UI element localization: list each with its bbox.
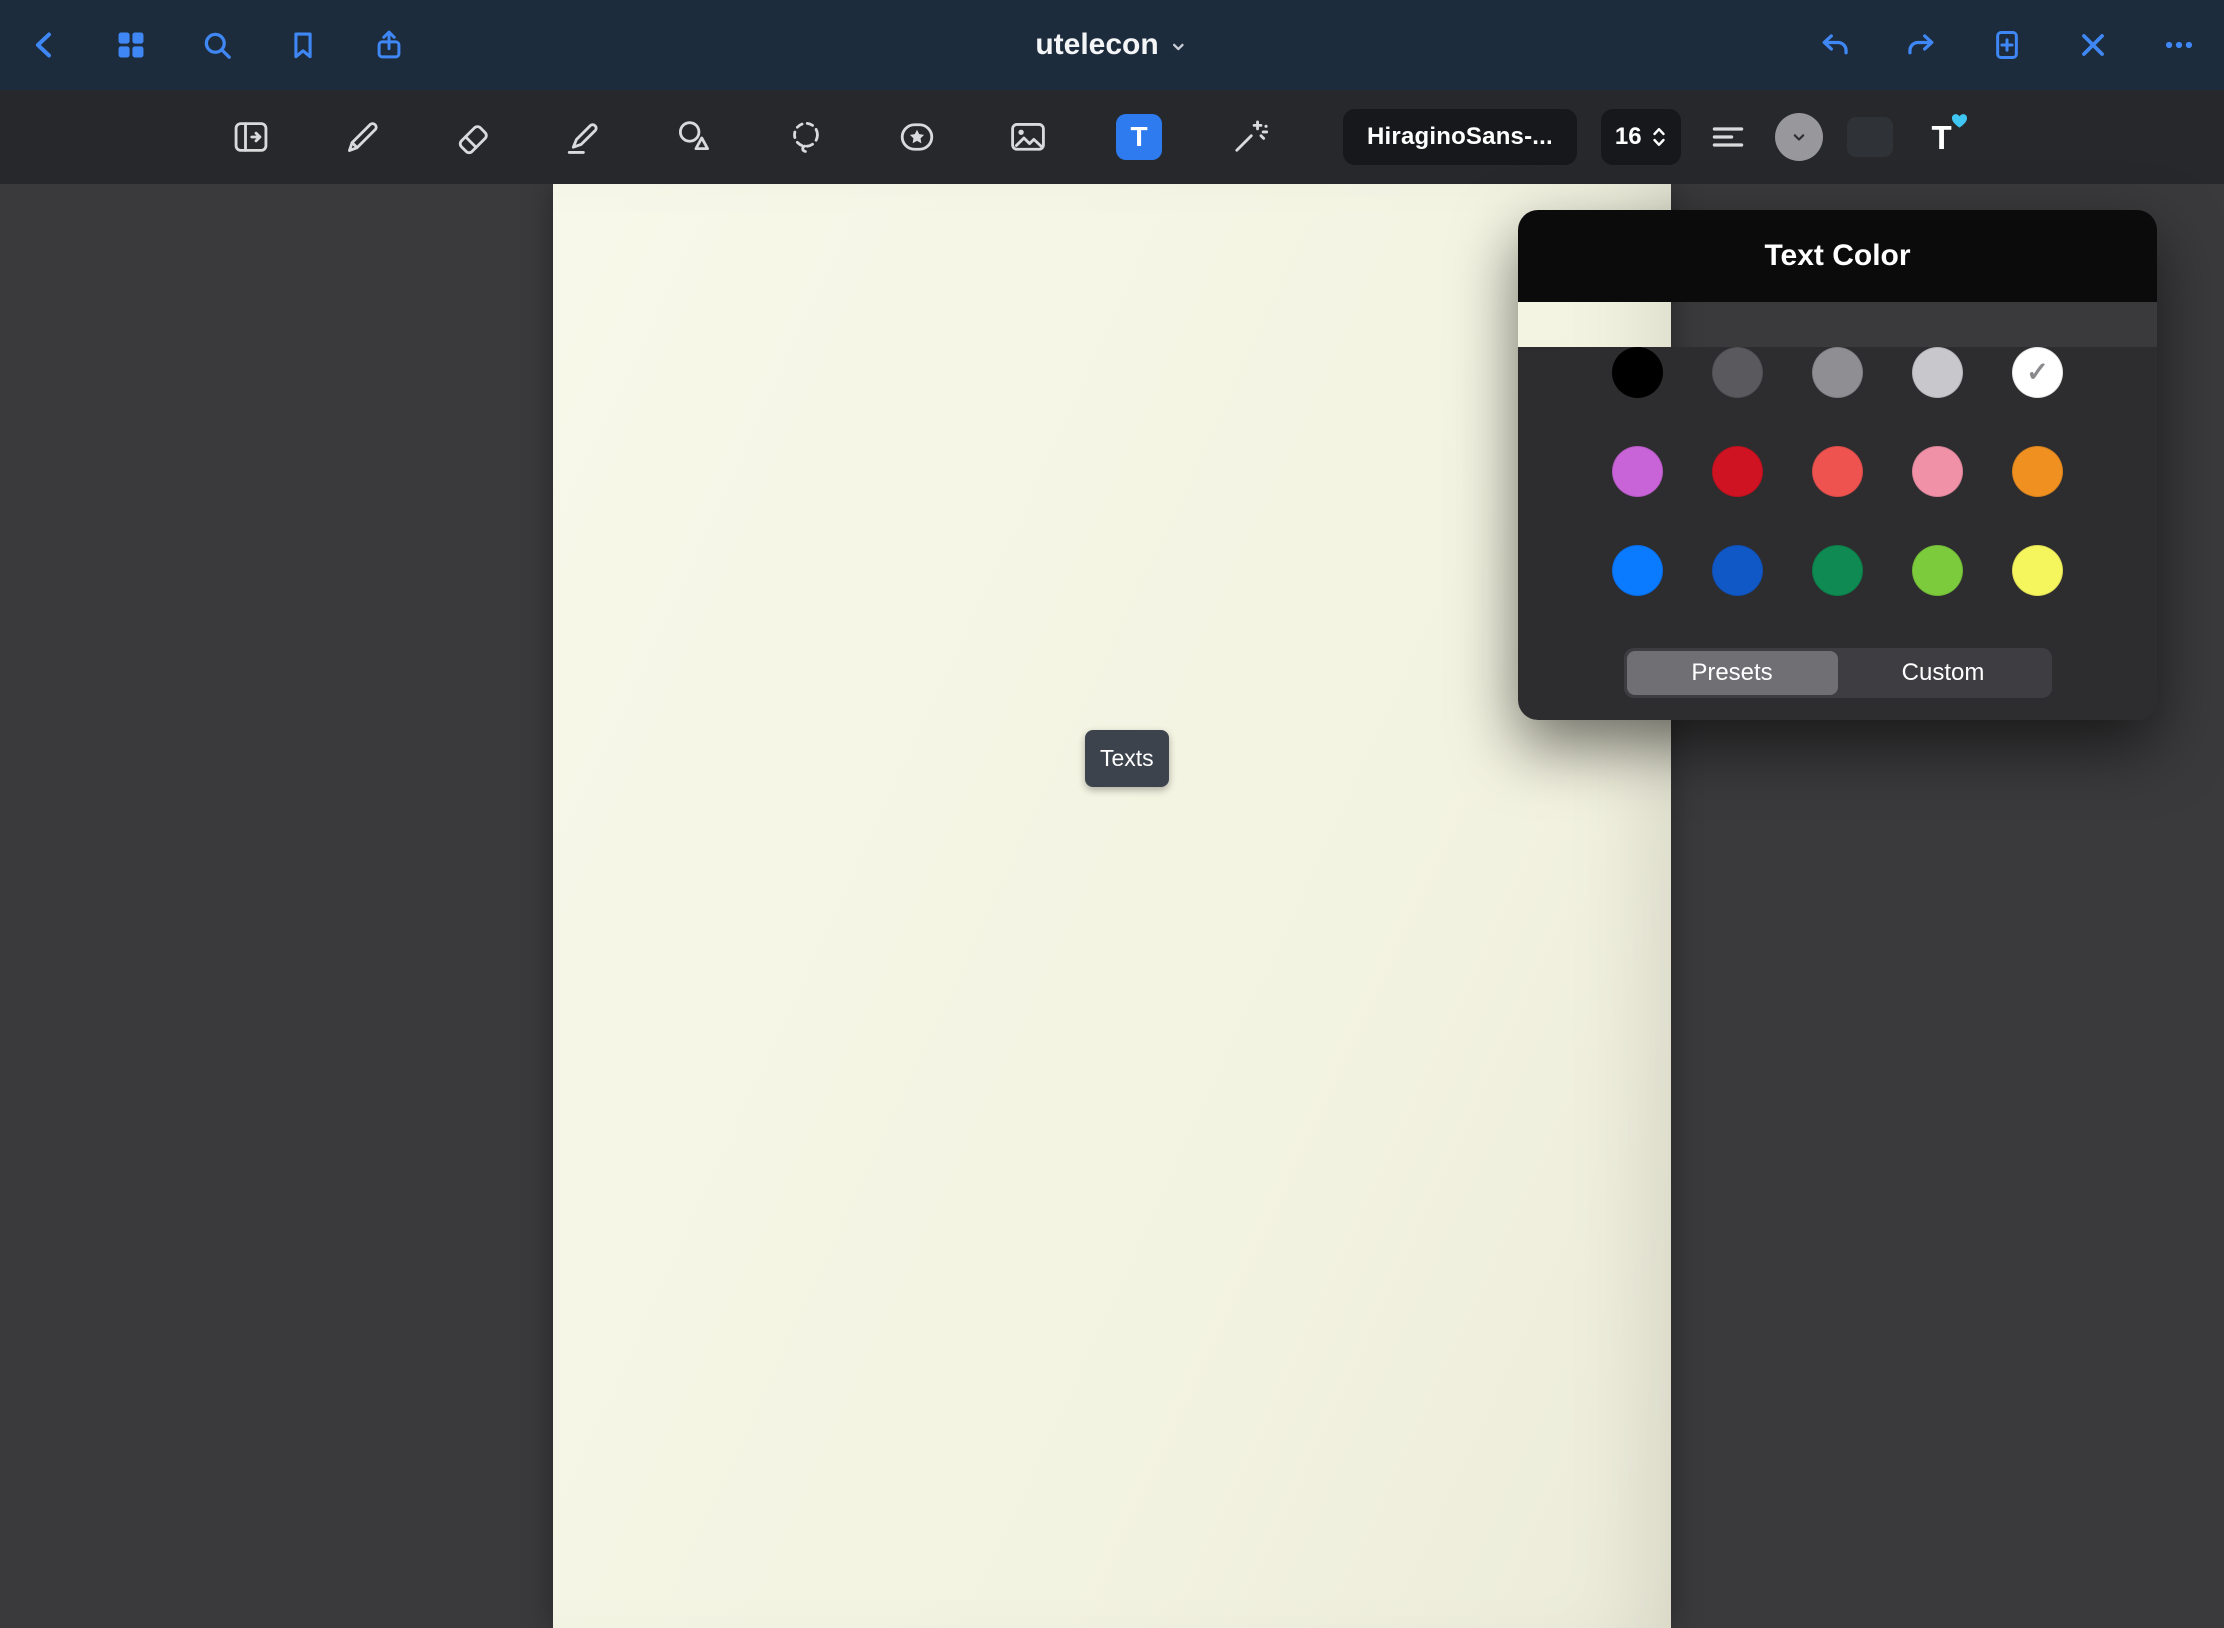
color-swatch-blue[interactable] [1612,545,1663,596]
color-swatch-light-gray[interactable] [1912,347,1963,398]
eraser-icon [451,115,495,159]
pen-tool-button[interactable] [339,114,385,160]
checkmark-icon: ✓ [2012,347,2063,398]
share-icon [372,28,406,62]
color-swatch-white[interactable]: ✓ [2012,347,2063,398]
text-format-group: HiraginoSans-... 16 T [1343,109,1967,165]
close-button[interactable] [2074,26,2112,64]
redo-icon [1904,28,1938,62]
thumbnails-button[interactable] [112,26,150,64]
color-swatch-dark-gray[interactable] [1712,347,1763,398]
text-color-popover: Text Color ✓ Presets Custom [1518,210,2157,720]
lasso-tool-button[interactable] [783,114,829,160]
text-background-button[interactable] [1847,117,1893,157]
color-swatch-gray[interactable] [1812,347,1863,398]
color-swatch-black[interactable] [1612,347,1663,398]
image-tool-button[interactable] [1005,114,1051,160]
color-swatch-purple[interactable] [1612,446,1663,497]
presets-custom-segmented: Presets Custom [1624,648,2052,698]
text-object[interactable]: Texts [1085,730,1169,787]
document-title-button[interactable]: utelecon [1035,28,1188,62]
font-size-stepper[interactable]: 16 [1601,109,1681,165]
tools-toolbar: T HiraginoSans-... 16 T [0,90,2224,184]
chevron-down-icon [1169,37,1189,57]
eraser-tool-button[interactable] [450,114,496,160]
undo-button[interactable] [1816,26,1854,64]
shapes-tool-button[interactable] [672,114,718,160]
laser-pointer-tool-button[interactable] [1227,114,1273,160]
text-tool-button[interactable]: T [1116,114,1162,160]
redo-button[interactable] [1902,26,1940,64]
text-style-button[interactable]: T [1917,112,1967,162]
add-page-button[interactable] [1988,26,2026,64]
notes-app: utelecon [0,0,2224,1628]
color-swatch-dark-blue[interactable] [1712,545,1763,596]
text-align-button[interactable] [1705,114,1751,160]
bookmark-icon [286,28,320,62]
popover-title: Text Color [1518,210,2157,302]
color-swatch-yellow[interactable] [2012,545,2063,596]
search-icon [200,28,234,62]
text-tool-icon: T [1130,121,1147,153]
tool-group: T [0,114,1273,160]
color-swatch-light-green[interactable] [1912,545,1963,596]
text-align-icon [1708,117,1748,157]
back-chevron-icon [28,28,62,62]
color-swatch-green[interactable] [1812,545,1863,596]
popover-body: ✓ Presets Custom [1518,347,2157,720]
search-button[interactable] [198,26,236,64]
more-button[interactable] [2160,26,2198,64]
highlighter-icon [562,115,606,159]
page-layout-tool-button[interactable] [228,114,274,160]
laser-pointer-icon [1228,115,1272,159]
document-title: utelecon [1035,28,1158,62]
heart-icon [1950,111,1969,130]
document-page[interactable]: Texts [553,184,1671,1628]
highlighter-tool-button[interactable] [561,114,607,160]
stepper-chevrons-icon [1651,123,1667,151]
shapes-icon [673,115,717,159]
color-swatch-orange[interactable] [2012,446,2063,497]
text-color-button[interactable] [1775,113,1823,161]
image-icon [1006,115,1050,159]
pen-icon [340,115,384,159]
lasso-icon [784,115,828,159]
bookmark-button[interactable] [284,26,322,64]
page-layout-icon [229,115,273,159]
add-page-icon [1990,28,2024,62]
color-chevron-down-icon [1789,127,1809,147]
color-swatch-grid: ✓ [1612,347,2063,596]
stickers-star-icon [895,115,939,159]
color-swatch-pink[interactable] [1912,446,1963,497]
color-swatch-red[interactable] [1812,446,1863,497]
stickers-tool-button[interactable] [894,114,940,160]
more-ellipsis-icon [2162,28,2196,62]
color-swatch-dark-red[interactable] [1712,446,1763,497]
font-name-label: HiraginoSans-... [1367,123,1553,151]
nav-left-group [0,26,408,64]
presets-tab[interactable]: Presets [1627,651,1838,695]
font-name-button[interactable]: HiraginoSans-... [1343,109,1577,165]
top-navigation-bar: utelecon [0,0,2224,90]
font-size-value: 16 [1615,123,1642,151]
close-icon [2076,28,2110,62]
thumbnails-grid-icon [114,28,148,62]
back-button[interactable] [26,26,64,64]
custom-tab[interactable]: Custom [1838,651,2049,695]
share-button[interactable] [370,26,408,64]
undo-icon [1818,28,1852,62]
nav-right-group [1816,26,2224,64]
